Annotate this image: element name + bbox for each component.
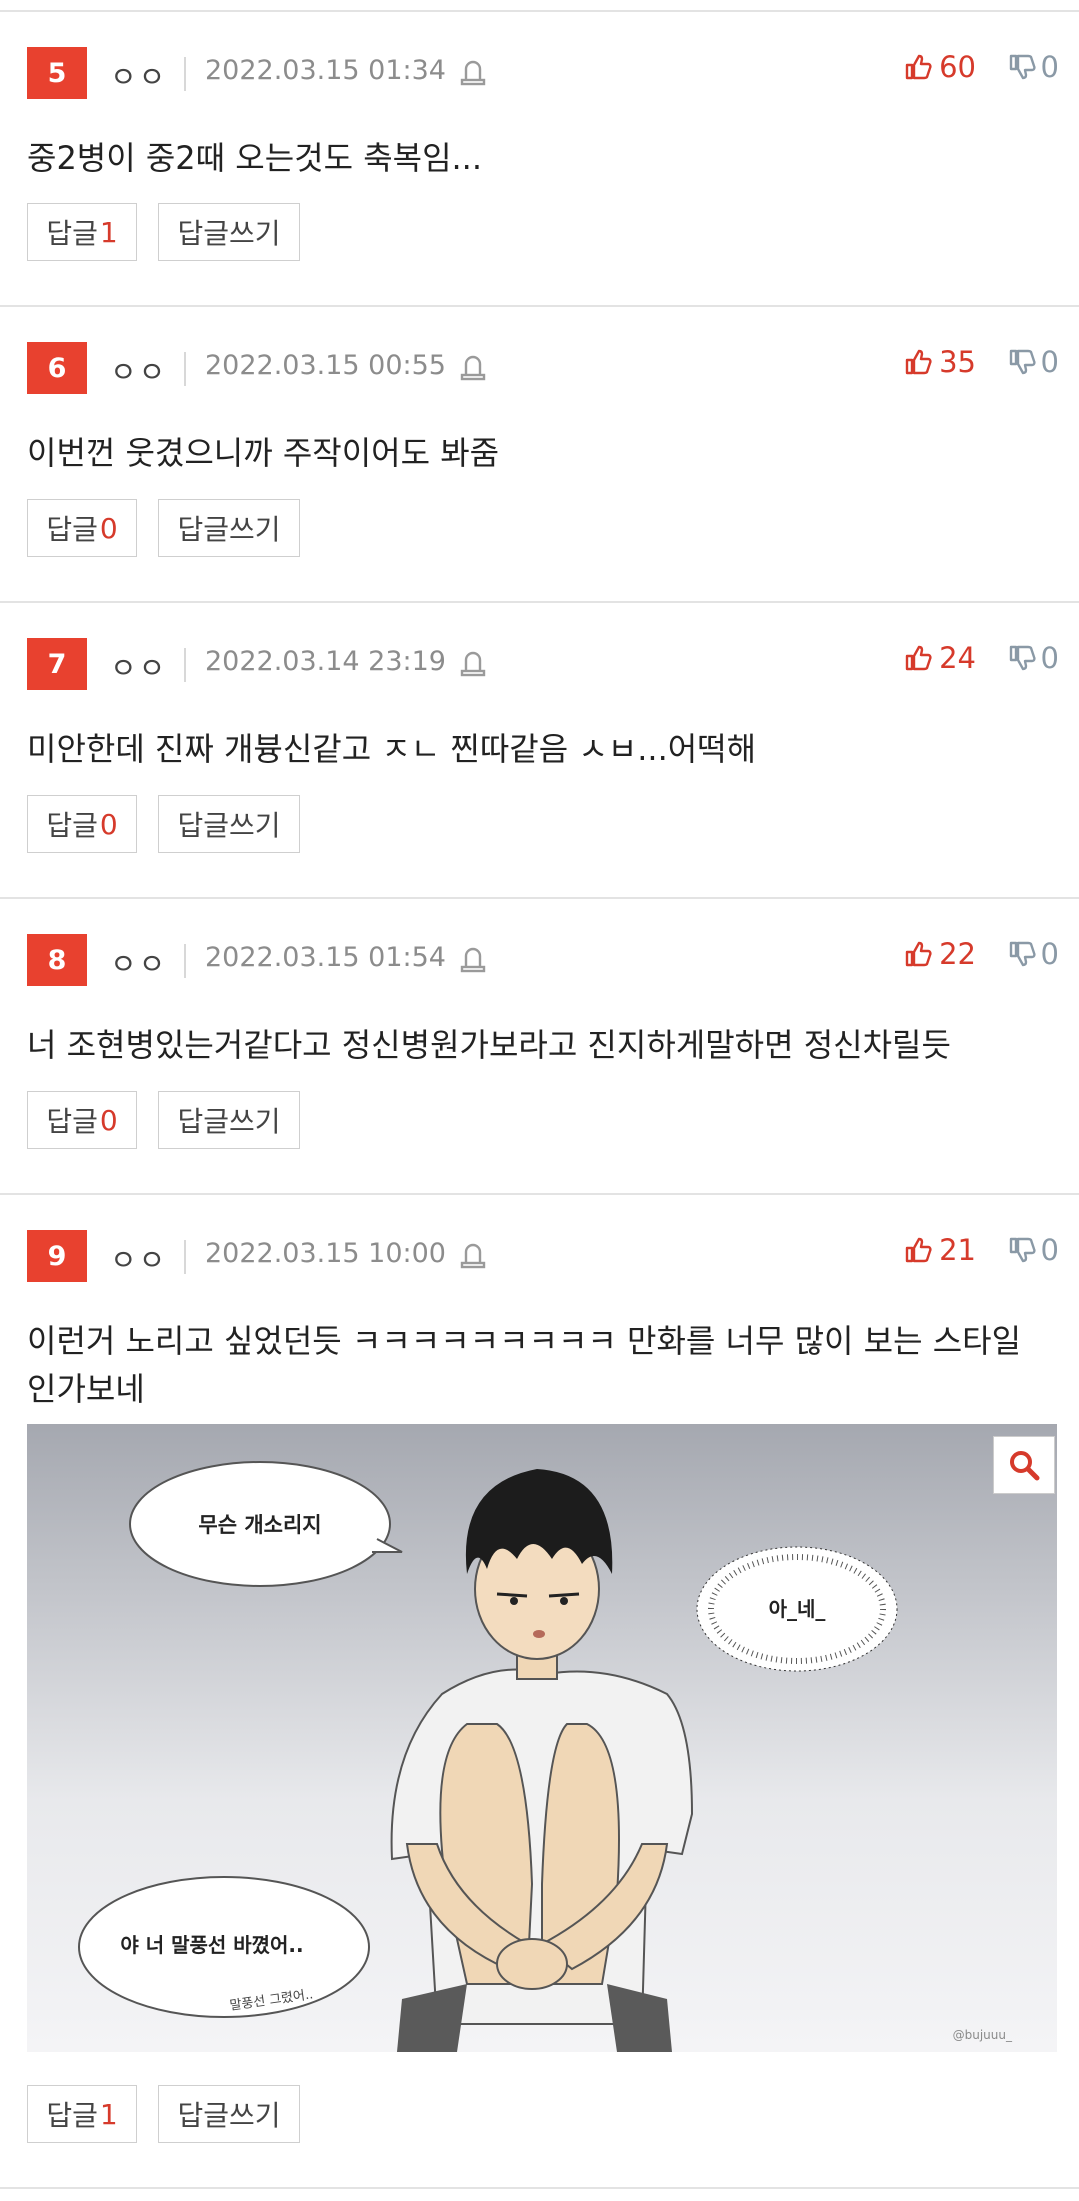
thumbs-up-icon [905,941,932,967]
reply-count: 0 [99,807,118,841]
comment-date: 2022.03.15 01:54 [205,942,446,973]
watermark: @bujuuu_ [953,2028,1013,2042]
write-reply-button[interactable]: 답글쓰기 [158,1091,300,1149]
rank-badge: 5 [27,47,87,99]
comment-date: 2022.03.15 01:34 [205,55,446,86]
like-button[interactable]: 35 [903,345,976,379]
comment-date: 2022.03.15 10:00 [205,1238,446,1269]
dislike-button[interactable]: 0 [1007,50,1059,84]
reply-label: 답글 [46,217,98,250]
thumbs-up-icon [905,645,932,671]
dislike-button[interactable]: 0 [1007,345,1059,379]
thumbs-down-icon [1009,941,1036,967]
comment-actions: 답글 1 답글쓰기 [27,2085,300,2145]
attached-image[interactable]: 무슨 개소리지 아_네_ 야 너 말풍선 바꼈어.. 말풍선 그렸어.. @bu… [27,1424,1057,2052]
dislike-button[interactable]: 0 [1007,937,1059,971]
report-icon[interactable] [458,56,488,88]
dislike-count: 0 [1040,345,1059,379]
reply-count: 1 [99,215,118,249]
report-icon[interactable] [458,351,488,383]
zoom-button[interactable] [993,1436,1055,1494]
write-reply-button[interactable]: 답글쓰기 [158,499,300,557]
thumbs-up-icon [905,1237,932,1263]
report-icon[interactable] [458,943,488,975]
comment-actions: 답글 1 답글쓰기 [27,203,300,263]
author-name[interactable]: ㅇㅇ [110,54,167,96]
reply-count: 1 [99,2097,118,2131]
dislike-button[interactable]: 0 [1007,1233,1059,1267]
comment-text: 너 조현병있는거같다고 정신병원가보라고 진지하게말하면 정신차릴듯 [27,1026,951,1064]
dislike-count: 0 [1040,937,1059,971]
author-name[interactable]: ㅇㅇ [110,941,167,983]
like-button[interactable]: 60 [903,50,976,84]
reply-count: 0 [99,1103,118,1137]
author-name[interactable]: ㅇㅇ [110,1237,167,1279]
thumbs-down-icon [1009,645,1036,671]
comment-item: 6 ㅇㅇ 2022.03.15 00:55 35 0 이번껀 웃겼으니까 주작이… [0,307,1079,603]
thumbs-down-icon [1009,349,1036,375]
bubble-text-3: 야 너 말풍선 바꼈어.. [120,1933,303,1957]
report-icon[interactable] [458,647,488,679]
rank-badge: 9 [27,1230,87,1282]
reply-count: 0 [99,511,118,545]
character-figure [390,1469,694,2052]
write-reply-button[interactable]: 답글쓰기 [158,203,300,261]
comment-text: 미안한데 진짜 개븅신같고 ㅈㄴ 찐따같음 ㅅㅂ...어떡해 [27,730,757,768]
comment-date: 2022.03.15 00:55 [205,350,446,381]
author-name[interactable]: ㅇㅇ [110,645,167,687]
like-button[interactable]: 21 [903,1233,976,1267]
like-button[interactable]: 22 [903,937,976,971]
reply-toggle-button[interactable]: 답글 0 [27,499,137,557]
rank-badge: 7 [27,638,87,690]
thumbs-up-icon [905,54,932,80]
reply-toggle-button[interactable]: 답글 0 [27,795,137,853]
comment-actions: 답글 0 답글쓰기 [27,499,300,559]
thought-burst: 아_네_ [696,1546,898,1672]
bubble-text-2: 아_네_ [769,1597,826,1621]
reply-label: 답글 [46,513,98,546]
like-count: 35 [939,345,976,379]
author-name[interactable]: ㅇㅇ [110,349,167,391]
reply-toggle-button[interactable]: 답글 1 [27,203,137,261]
dislike-count: 0 [1040,1233,1059,1267]
bubble-text-1: 무슨 개소리지 [198,1513,321,1537]
like-count: 24 [939,641,976,675]
reply-label: 답글 [46,2099,98,2132]
comment-text: 이번껀 웃겼으니까 주작이어도 봐줌 [27,434,500,472]
divider [184,944,186,978]
comment-date: 2022.03.14 23:19 [205,646,446,677]
like-count: 22 [939,937,976,971]
write-reply-button[interactable]: 답글쓰기 [158,795,300,853]
write-reply-button[interactable]: 답글쓰기 [158,2085,300,2143]
comment-item: 7 ㅇㅇ 2022.03.14 23:19 24 0 미안한데 진짜 개븅신같고… [0,603,1079,899]
thumbs-down-icon [1009,1237,1036,1263]
comment-actions: 답글 0 답글쓰기 [27,1091,300,1151]
rank-badge: 6 [27,342,87,394]
reply-label: 답글 [46,809,98,842]
like-count: 21 [939,1233,976,1267]
comment-item: 8 ㅇㅇ 2022.03.15 01:54 22 0 너 조현병있는거같다고 정… [0,899,1079,1195]
reply-label: 답글 [46,1105,98,1138]
dislike-button[interactable]: 0 [1007,641,1059,675]
comment-text: 이런거 노리고 싶었던듯 ㅋㅋㅋㅋㅋㅋㅋㅋㅋ 만화를 너무 많이 보는 스타일인… [27,1322,1022,1408]
reply-toggle-button[interactable]: 답글 1 [27,2085,137,2143]
comic-illustration: 무슨 개소리지 아_네_ 야 너 말풍선 바꼈어.. 말풍선 그렸어.. @bu… [78,1461,1013,2052]
rank-badge: 8 [27,934,87,986]
like-button[interactable]: 24 [903,641,976,675]
comment-text: 중2병이 중2때 오는것도 축복임... [27,139,483,177]
comment-actions: 답글 0 답글쓰기 [27,795,300,855]
like-count: 60 [939,50,976,84]
reply-toggle-button[interactable]: 답글 0 [27,1091,137,1149]
dislike-count: 0 [1040,641,1059,675]
thumbs-up-icon [905,349,932,375]
divider [184,352,186,386]
divider [184,1240,186,1274]
dislike-count: 0 [1040,50,1059,84]
divider [184,57,186,91]
divider [184,648,186,682]
report-icon[interactable] [458,1239,488,1271]
thumbs-down-icon [1009,54,1036,80]
search-icon [1010,1451,1040,1481]
comment-item: 5 ㅇㅇ 2022.03.15 01:34 60 0 중2병이 중2때 오는것도… [0,12,1079,307]
